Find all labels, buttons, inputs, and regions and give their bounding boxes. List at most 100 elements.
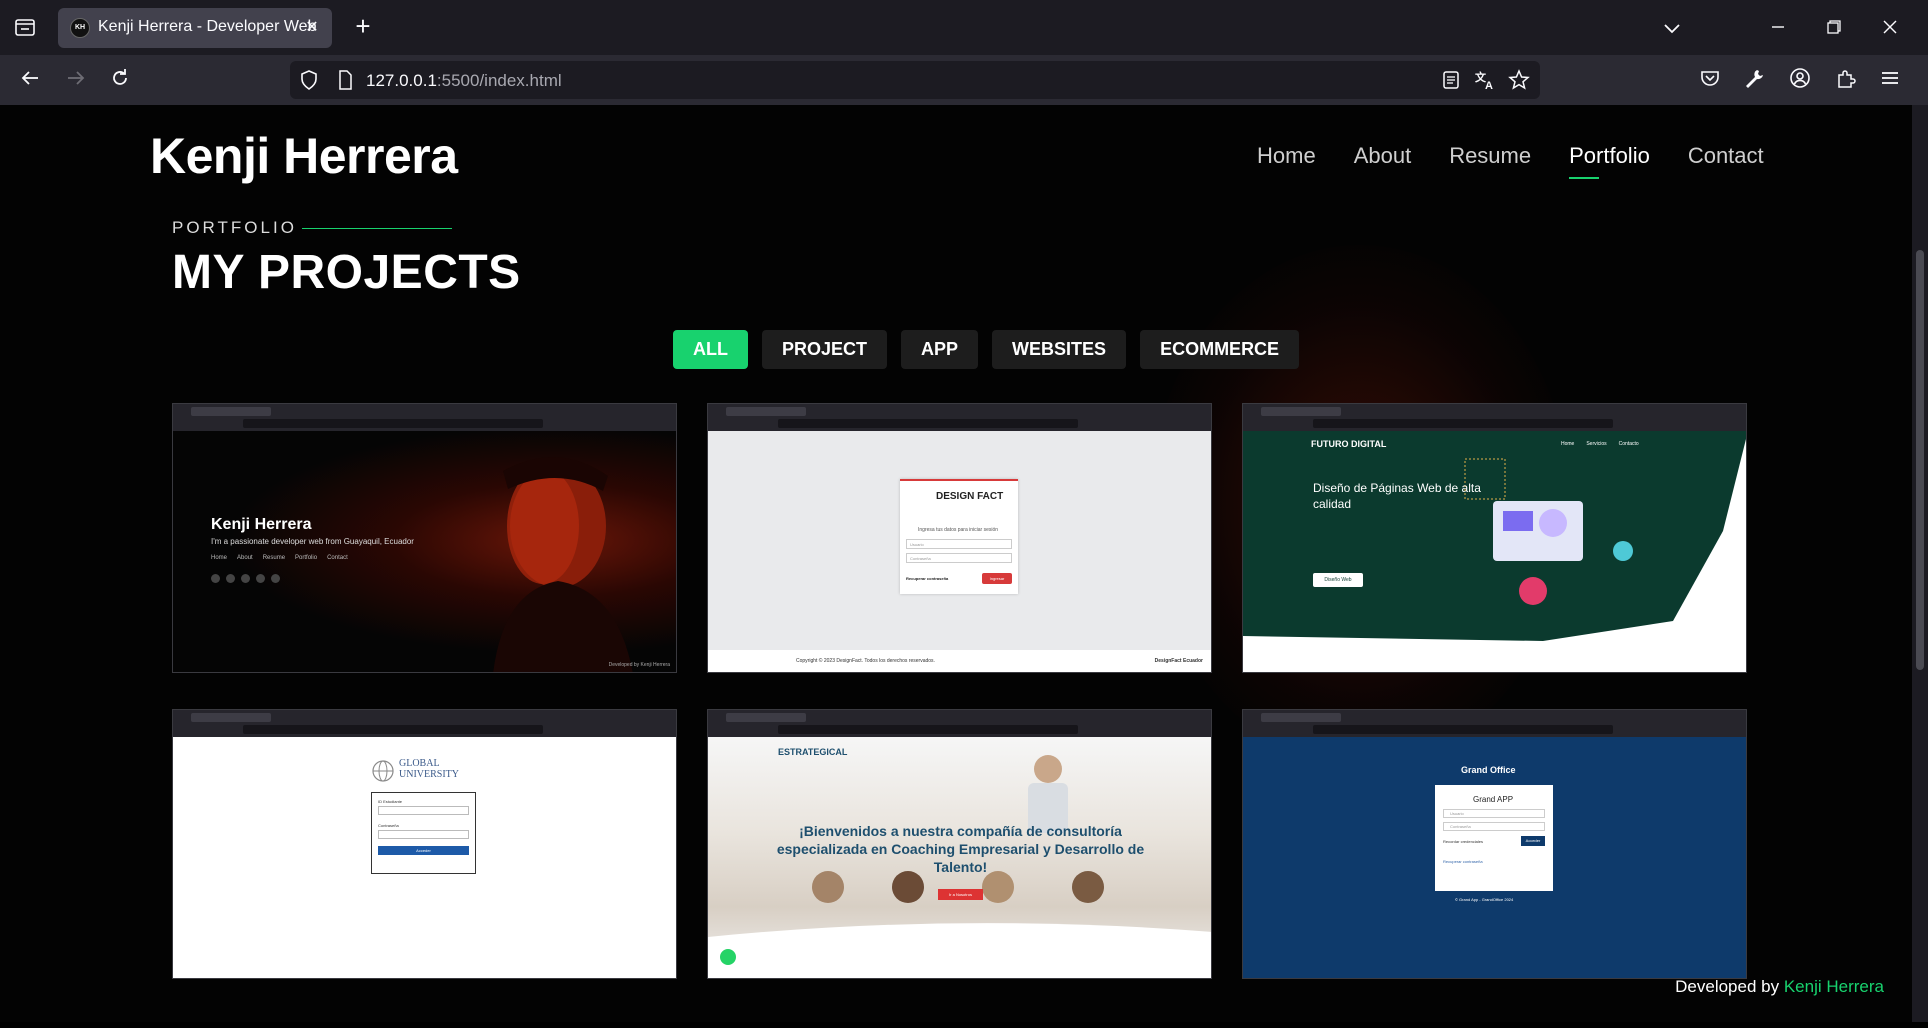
filter-websites-button[interactable]: WEBSITES xyxy=(992,330,1127,369)
nav-portfolio[interactable]: Portfolio xyxy=(1569,143,1650,179)
url-text[interactable]: 127.0.0.1:5500/index.html xyxy=(366,71,562,91)
social-icon xyxy=(226,574,235,583)
global-university-field1-label: ID Estudiante xyxy=(378,799,403,804)
project-card-personal-site[interactable]: Kenji Herrera I'm a passionate developer… xyxy=(172,403,677,673)
filter-ecommerce-button[interactable]: ECOMMERCE xyxy=(1140,330,1300,369)
grand-office-submit: Acceder xyxy=(1521,836,1545,846)
project-card-global-university[interactable]: GLOBAL UNIVERSITY ID Estudiante Contrase… xyxy=(172,709,677,979)
grand-office-user-field: Usuario xyxy=(1443,809,1545,818)
designfact-password-field: Contraseña xyxy=(906,553,1012,563)
back-arrow-icon[interactable] xyxy=(16,67,44,95)
project-card-designfact[interactable]: DESIGN FACT Ingresa tus datos para inici… xyxy=(707,403,1212,673)
filter-project-button[interactable]: PROJECT xyxy=(762,330,888,369)
grand-office-password-placeholder: Contraseña xyxy=(1450,824,1471,829)
project-1-credit: Developed by Kenji Herrera xyxy=(608,662,670,668)
translate-icon[interactable]: 文A xyxy=(1474,69,1496,92)
portrait-illustration xyxy=(493,457,633,672)
page-viewport: Kenji Herrera Home About Resume Portfoli… xyxy=(0,105,1912,1022)
project-1-menu-item: Portfolio xyxy=(295,555,318,561)
nav-contact[interactable]: Contact xyxy=(1688,143,1764,169)
designfact-user-placeholder: Usuario xyxy=(910,542,924,547)
social-icon xyxy=(241,574,250,583)
grand-office-recover: Recuperar contraseña xyxy=(1443,859,1483,864)
social-icon xyxy=(271,574,280,583)
vertical-scrollbar[interactable] xyxy=(1912,105,1928,1022)
minimize-icon[interactable] xyxy=(1764,14,1792,42)
global-university-field2-label: Contraseña xyxy=(378,823,399,828)
project-1-social-icons xyxy=(211,574,280,583)
nav-about[interactable]: About xyxy=(1354,143,1412,169)
url-host: 127.0.0.1 xyxy=(366,71,437,90)
project-1-menu-item: About xyxy=(237,555,253,561)
futuro-digital-menu-item: Servicios xyxy=(1586,441,1607,447)
nav-home[interactable]: Home xyxy=(1257,143,1316,169)
designfact-logo: DESIGN FACT xyxy=(936,491,1004,502)
project-1-menu-item: Contact xyxy=(327,555,348,561)
grand-office-logo: Grand Office xyxy=(1461,765,1516,775)
social-icon xyxy=(211,574,220,583)
grand-office-password-field: Contraseña xyxy=(1443,822,1545,831)
section-subtitle: PORTFOLIO xyxy=(172,218,297,237)
screenshot-browser-chrome xyxy=(173,710,676,737)
section-divider xyxy=(302,228,452,229)
project-1-menu: Home About Resume Portfolio Contact xyxy=(211,555,348,561)
reload-icon[interactable] xyxy=(106,67,134,95)
tab-overflow-chevron-icon[interactable] xyxy=(1658,14,1686,42)
estrategical-headline: ¡Bienvenidos a nuestra compañía de consu… xyxy=(776,823,1145,876)
project-card-futuro-digital[interactable]: FUTURO DIGITAL Home Servicios Contacto D… xyxy=(1242,403,1747,673)
browser-nav-bar: 127.0.0.1:5500/index.html 文A xyxy=(0,55,1928,105)
futuro-digital-menu: Home Servicios Contacto xyxy=(1561,441,1639,447)
project-1-name: Kenji Herrera xyxy=(211,516,312,533)
extensions-icon[interactable] xyxy=(1832,67,1860,95)
project-1-menu-item: Home xyxy=(211,555,228,561)
wrench-icon[interactable] xyxy=(1740,67,1768,95)
global-university-login-box: ID Estudiante Contraseña Acceder xyxy=(371,792,476,874)
hamburger-menu-icon[interactable] xyxy=(1876,67,1904,95)
section-title: MY PROJECTS xyxy=(172,246,521,299)
forward-arrow-icon[interactable] xyxy=(62,67,90,95)
site-favicon-icon: KH xyxy=(70,18,90,38)
project-card-estrategical[interactable]: ESTRATEGICAL ¡Bienvenidos a nuestra comp… xyxy=(707,709,1212,979)
project-1-tagline: I'm a passionate developer web from Guay… xyxy=(211,537,414,546)
global-university-submit: Acceder xyxy=(378,846,469,855)
global-university-screenshot: GLOBAL UNIVERSITY ID Estudiante Contrase… xyxy=(173,737,676,978)
pocket-icon[interactable] xyxy=(1696,67,1724,95)
svg-text:A: A xyxy=(1485,80,1493,91)
grand-office-footer: © Grand App - GrandOffice 2024 xyxy=(1455,897,1514,902)
tab-list-icon[interactable] xyxy=(14,16,36,38)
site-brand[interactable]: Kenji Herrera xyxy=(150,127,458,185)
close-window-icon[interactable] xyxy=(1876,14,1904,42)
futuro-digital-menu-item: Home xyxy=(1561,441,1575,447)
screenshot-browser-chrome xyxy=(708,404,1211,431)
futuro-digital-cta: Diseño Web xyxy=(1313,573,1363,587)
screenshot-browser-chrome xyxy=(708,710,1211,737)
global-university-field1 xyxy=(378,806,469,815)
filter-all-button[interactable]: ALL xyxy=(673,330,748,369)
filter-app-button[interactable]: APP xyxy=(901,330,979,369)
page-info-icon[interactable] xyxy=(334,69,356,91)
futuro-digital-menu-item: Contacto xyxy=(1618,441,1639,447)
new-tab-plus-icon[interactable]: + xyxy=(350,13,376,40)
designfact-user-field: Usuario xyxy=(906,539,1012,549)
footer-credit-link[interactable]: Kenji Herrera xyxy=(1784,977,1884,996)
tab-close-icon[interactable]: ✕ xyxy=(302,18,322,38)
shield-icon[interactable] xyxy=(298,69,320,91)
designfact-password-placeholder: Contraseña xyxy=(910,556,931,561)
grand-office-screenshot: Grand Office Grand APP Usuario Contraseñ… xyxy=(1243,737,1746,978)
scrollbar-thumb[interactable] xyxy=(1916,250,1924,670)
url-bar[interactable]: 127.0.0.1:5500/index.html 文A xyxy=(290,61,1540,99)
account-icon[interactable] xyxy=(1786,67,1814,95)
main-navigation: Home About Resume Portfolio Contact xyxy=(1257,143,1764,179)
reader-view-icon[interactable] xyxy=(1440,69,1462,91)
designfact-recover-link: Recuperar contraseña xyxy=(906,576,949,581)
grand-office-user-placeholder: Usuario xyxy=(1450,811,1464,816)
nav-resume[interactable]: Resume xyxy=(1449,143,1531,169)
futuro-digital-headline: Diseño de Páginas Web de alta calidad xyxy=(1313,481,1481,511)
bookmark-star-icon[interactable] xyxy=(1508,69,1530,91)
futuro-digital-screenshot: FUTURO DIGITAL Home Servicios Contacto D… xyxy=(1243,431,1746,672)
personal-site-screenshot: Kenji Herrera I'm a passionate developer… xyxy=(173,431,676,672)
browser-tab[interactable]: KH Kenji Herrera - Developer Web ✕ xyxy=(58,8,332,48)
restore-icon[interactable] xyxy=(1820,14,1848,42)
grand-office-heading: Grand APP xyxy=(1473,795,1514,804)
project-card-grand-office[interactable]: Grand Office Grand APP Usuario Contraseñ… xyxy=(1242,709,1747,979)
